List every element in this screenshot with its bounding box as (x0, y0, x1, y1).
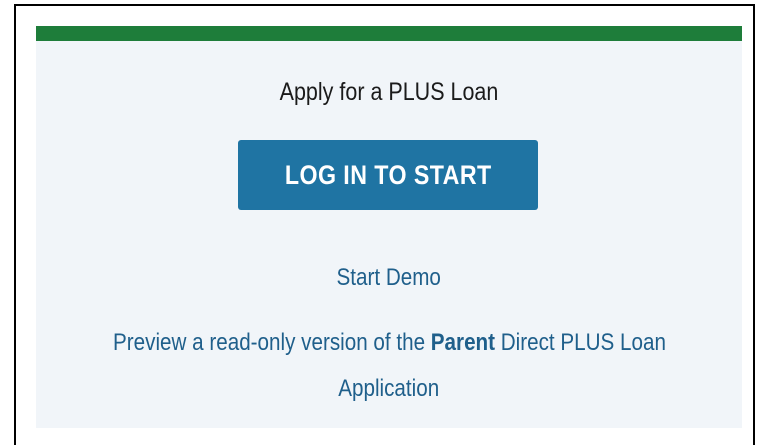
start-demo-link[interactable]: Start Demo (36, 264, 742, 292)
preview-link-line2: Application (338, 375, 440, 402)
card-heading: Apply for a PLUS Loan (279, 78, 499, 106)
login-button-label: LOG IN TO START (284, 159, 492, 190)
start-demo-label: Start Demo (336, 264, 442, 291)
plus-loan-card: Apply for a PLUS Loan LOG IN TO START St… (36, 26, 742, 428)
preview-application-link[interactable]: Preview a read-only version of the Paren… (36, 320, 742, 412)
preview-link-text-before: Preview a read-only version of the (112, 329, 431, 356)
preview-link-text-after: Direct PLUS Loan (494, 329, 666, 356)
preview-link-parent-bold: Parent (430, 329, 495, 356)
preview-link-line1: Preview a read-only version of the Paren… (113, 320, 666, 366)
log-in-to-start-button[interactable]: LOG IN TO START (238, 140, 538, 210)
page-frame: Apply for a PLUS Loan LOG IN TO START St… (14, 4, 755, 445)
accent-bar (36, 26, 742, 41)
